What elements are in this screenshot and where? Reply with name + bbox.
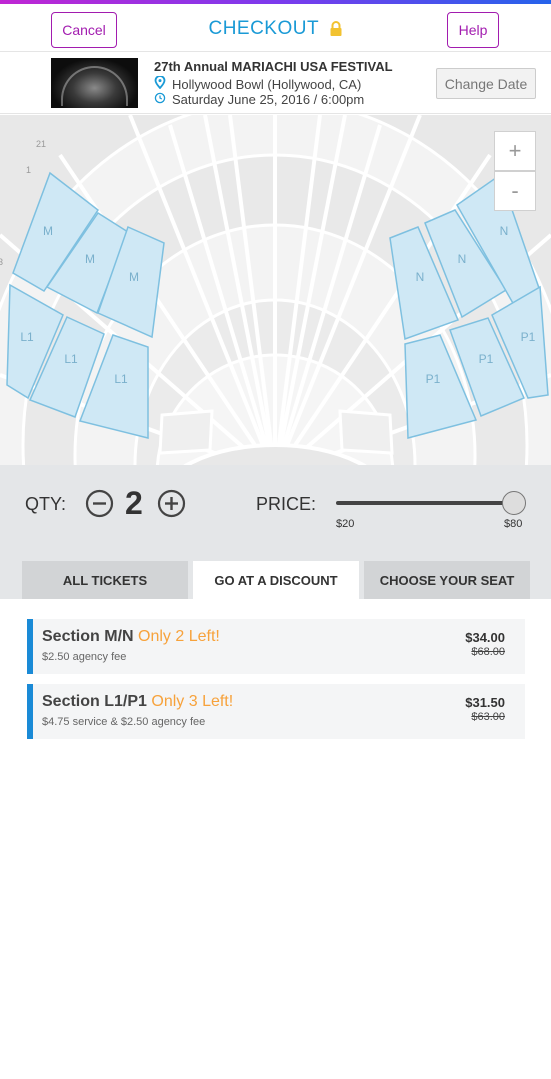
- event-summary: 27th Annual MARIACHI USA FESTIVAL Hollyw…: [0, 52, 551, 114]
- page-title-text: CHECKOUT: [208, 18, 319, 39]
- seating-map[interactable]: 21 1 3 M M M L1 L1 L1 N N N P1 P1 P1 + -: [0, 115, 551, 465]
- section-label: L1: [114, 372, 128, 386]
- event-venue: Hollywood Bowl (Hollywood, CA): [172, 76, 362, 92]
- qty-value: 2: [125, 485, 143, 521]
- price-slider-track[interactable]: [336, 501, 514, 505]
- tab-go-at-a-discount[interactable]: GO AT A DISCOUNT: [193, 561, 359, 599]
- section-label: L1: [20, 330, 34, 344]
- listing-original-price: $68.00: [471, 646, 505, 658]
- row-number: 21: [36, 139, 46, 149]
- listing-original-price: $63.00: [471, 711, 505, 723]
- zoom-out-button[interactable]: -: [494, 171, 536, 211]
- listing-availability: Only 2 Left!: [138, 628, 220, 645]
- ticket-controls: QTY: 2 PRICE: $20 $80 ALL TICKETS GO AT …: [0, 465, 551, 599]
- listing-fees: $4.75 service & $2.50 agency fee: [42, 716, 206, 728]
- section-label: N: [416, 270, 425, 284]
- seating-chart[interactable]: 21 1 3 M M M L1 L1 L1 N N N P1 P1 P1: [0, 115, 551, 465]
- event-date-row: Saturday June 25, 2016 / 6:00pm: [154, 92, 364, 107]
- help-button[interactable]: Help: [447, 12, 499, 48]
- event-title: 27th Annual MARIACHI USA FESTIVAL: [154, 59, 393, 74]
- qty-decrease-icon[interactable]: [85, 489, 114, 523]
- event-thumbnail: [51, 58, 138, 108]
- tab-all-tickets[interactable]: ALL TICKETS: [22, 561, 188, 599]
- qty-label: QTY:: [25, 494, 67, 514]
- listing-section: Section L1/P1: [42, 693, 147, 710]
- list-item[interactable]: Section L1/P1 Only 3 Left! $4.75 service…: [27, 684, 525, 739]
- change-date-button[interactable]: Change Date: [436, 68, 536, 99]
- listing-title: Section L1/P1 Only 3 Left!: [42, 693, 233, 711]
- tab-choose-your-seat[interactable]: CHOOSE YOUR SEAT: [364, 561, 530, 599]
- section-label: M: [43, 224, 53, 238]
- section-label: P1: [521, 330, 536, 344]
- section-label: P1: [426, 372, 441, 386]
- price-max: $80: [504, 518, 523, 530]
- listing-title: Section M/N Only 2 Left!: [42, 628, 220, 646]
- price-min: $20: [336, 518, 355, 530]
- price-label: PRICE:: [256, 494, 317, 514]
- row-number: 1: [26, 165, 31, 175]
- section-label: M: [85, 252, 95, 266]
- event-venue-row: Hollywood Bowl (Hollywood, CA): [154, 75, 362, 92]
- section-label: P1: [479, 352, 494, 366]
- list-item[interactable]: Section M/N Only 2 Left! $2.50 agency fe…: [27, 619, 525, 674]
- section-label: N: [458, 252, 467, 266]
- listing-price: $31.50: [465, 695, 505, 710]
- event-datetime: Saturday June 25, 2016 / 6:00pm: [172, 92, 365, 107]
- location-pin-icon: [154, 75, 166, 92]
- listing-availability: Only 3 Left!: [151, 693, 234, 710]
- row-number: 3: [0, 257, 3, 267]
- checkout-header: Cancel CHECKOUT Help: [0, 4, 551, 52]
- section-label: M: [129, 270, 139, 284]
- price-slider-handle[interactable]: [502, 491, 526, 515]
- listing-fees: $2.50 agency fee: [42, 651, 127, 663]
- section-label: L1: [64, 352, 78, 366]
- lock-icon: [329, 21, 343, 43]
- ticket-listings: Section M/N Only 2 Left! $2.50 agency fe…: [27, 619, 525, 749]
- zoom-in-button[interactable]: +: [494, 131, 536, 171]
- clock-icon: [154, 92, 166, 107]
- listing-price: $34.00: [465, 630, 505, 645]
- qty-increase-icon[interactable]: [157, 489, 186, 523]
- section-label: N: [500, 224, 509, 238]
- listing-section: Section M/N: [42, 628, 134, 645]
